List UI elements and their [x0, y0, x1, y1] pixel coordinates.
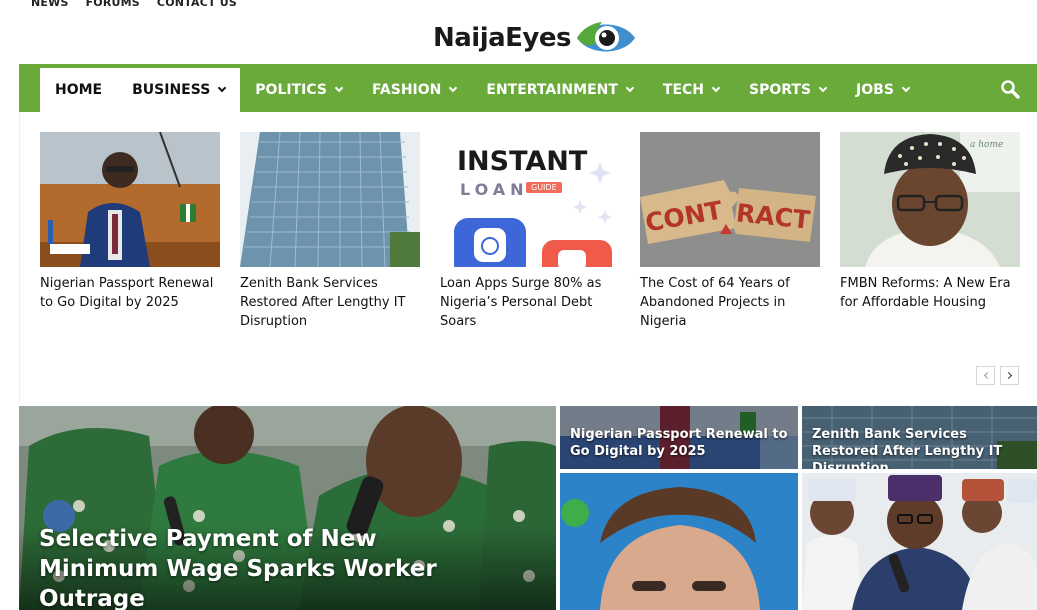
official-photo-image [40, 132, 220, 267]
nav-entertainment-label: ENTERTAINMENT [486, 82, 618, 98]
featured-side-article[interactable] [802, 473, 1037, 610]
eye-logo-icon [577, 22, 635, 52]
top-link-forums[interactable]: FORUMS [86, 0, 140, 9]
card-thumbnail[interactable] [240, 132, 420, 267]
nav-jobs[interactable]: JOBS [841, 68, 924, 112]
card-title[interactable]: Nigerian Passport Renewal to Go Digital … [40, 274, 220, 312]
featured-main-article[interactable]: Selective Payment of New Minimum Wage Sp… [19, 406, 556, 610]
menu-card[interactable]: Nigerian Passport Renewal to Go Digital … [40, 132, 220, 331]
side-article-title[interactable]: Zenith Bank Services Restored After Leng… [812, 426, 1032, 469]
nav-business[interactable]: BUSINESS [117, 68, 241, 112]
menu-card[interactable]: INSTANT LOAN GUIDE Loan Apps Surge 80% a… [440, 132, 620, 331]
nav-home-label: HOME [55, 82, 103, 98]
nav-tech[interactable]: TECH [648, 68, 734, 112]
nav-politics-label: POLITICS [255, 82, 327, 98]
nav-sports[interactable]: SPORTS [734, 68, 841, 112]
card-thumbnail[interactable] [40, 132, 220, 267]
official-portrait-image [840, 132, 1020, 267]
main-nav: HOME BUSINESS POLITICS FASHION ENTERTAIN… [19, 64, 1037, 112]
next-page-button[interactable] [1000, 366, 1019, 385]
top-links: NEWS FORUMS CONTACT US [31, 0, 254, 9]
featured-main-title[interactable]: Selective Payment of New Minimum Wage Sp… [39, 524, 459, 610]
chevron-down-icon [449, 83, 458, 93]
nav-fashion[interactable]: FASHION [357, 68, 471, 112]
nav-politics[interactable]: POLITICS [240, 68, 357, 112]
young-man-portrait-image [560, 473, 798, 610]
chevron-down-icon [818, 83, 828, 93]
menu-card[interactable]: CONT RACT The Cost of 64 Years of Abando… [640, 132, 820, 331]
menu-card[interactable]: Zenith Bank Services Restored After Leng… [240, 132, 420, 331]
featured-side-article[interactable]: Zenith Bank Services Restored After Leng… [802, 406, 1037, 469]
chevron-right-icon [1004, 371, 1012, 380]
chevron-down-icon [218, 83, 227, 93]
featured-side-article[interactable] [560, 473, 798, 610]
nav-business-label: BUSINESS [132, 82, 211, 98]
contract-puzzle-image [640, 132, 820, 267]
card-title[interactable]: FMBN Reforms: A New Era for Affordable H… [840, 274, 1020, 312]
card-title[interactable]: Zenith Bank Services Restored After Leng… [240, 274, 420, 331]
nav-fashion-label: FASHION [371, 82, 442, 98]
prev-page-button[interactable] [976, 366, 995, 385]
chevron-left-icon [983, 371, 991, 380]
nav-home[interactable]: HOME [40, 68, 118, 112]
chevron-down-icon [334, 83, 344, 93]
nav-jobs-label: JOBS [856, 82, 894, 98]
card-title[interactable]: Loan Apps Surge 80% as Nigeria’s Persona… [440, 274, 620, 331]
featured-side-article[interactable]: Nigerian Passport Renewal to Go Digital … [560, 406, 798, 469]
chevron-down-icon [901, 83, 911, 93]
card-thumbnail[interactable]: a home [840, 132, 1020, 267]
loan-app-illustration [454, 162, 612, 267]
nav-entertainment[interactable]: ENTERTAINMENT [471, 68, 648, 112]
side-article-title[interactable]: Nigerian Passport Renewal to Go Digital … [570, 426, 790, 460]
card-thumbnail[interactable]: CONT RACT [640, 132, 820, 267]
officials-group-image [802, 473, 1037, 610]
chevron-down-icon [711, 83, 721, 93]
top-link-contact[interactable]: CONTACT US [157, 0, 237, 9]
thumb-caption: a home [970, 140, 1004, 150]
menu-pagination [976, 366, 1019, 385]
card-title[interactable]: The Cost of 64 Years of Abandoned Projec… [640, 274, 820, 331]
card-thumbnail[interactable]: INSTANT LOAN GUIDE [440, 132, 620, 267]
top-link-news[interactable]: NEWS [31, 0, 69, 9]
building-photo-image [240, 132, 420, 267]
site-logo[interactable]: NaijaEyes [433, 18, 637, 58]
nav-tech-label: TECH [662, 82, 705, 98]
business-mega-menu: Nigerian Passport Renewal to Go Digital … [19, 112, 1037, 404]
logo-text: NaijaEyes [433, 23, 572, 53]
chevron-down-icon [625, 83, 635, 93]
menu-card[interactable]: a home FMBN Reforms: A New Era for Affor… [840, 132, 1020, 331]
search-icon[interactable] [1000, 79, 1020, 99]
nav-sports-label: SPORTS [749, 82, 812, 98]
